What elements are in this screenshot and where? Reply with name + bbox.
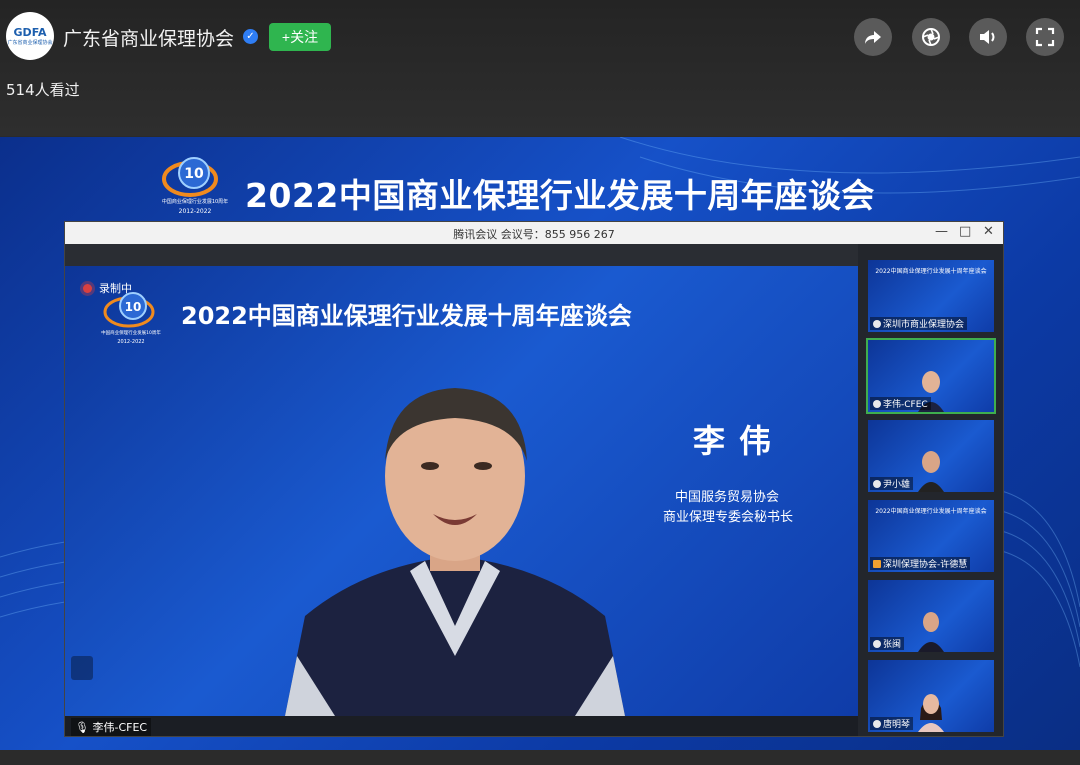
avatar-logo-text: GDFA	[13, 26, 47, 39]
participant-thumbnail[interactable]: 李伟-CFEC	[866, 338, 996, 414]
verified-icon: ✓	[243, 29, 258, 44]
close-icon[interactable]: ✕	[983, 224, 994, 239]
minimize-icon[interactable]: —	[935, 224, 948, 239]
participant-label: 深圳市商业保理协会	[870, 317, 968, 330]
inner-logo-caption: 中国商业保理行业发展10周年	[101, 329, 161, 336]
speaker-name: 李伟	[693, 422, 786, 460]
follow-button[interactable]: +关注	[269, 23, 331, 51]
banner-logo-caption: 中国商业保理行业发展10周年	[162, 198, 228, 205]
participant-label: 尹小雄	[870, 477, 914, 490]
participant-thumbnail[interactable]: 张闽	[868, 580, 994, 652]
participant-thumbnail[interactable]: 2022中国商业保理行业发展十周年座谈会 深圳保理协会-许德慧	[868, 500, 994, 572]
participant-label: 李伟-CFEC	[870, 397, 931, 410]
thumbnail-banner: 2022中国商业保理行业发展十周年座谈会	[875, 508, 987, 515]
camera-icon	[922, 28, 940, 46]
meeting-window-title: 腾讯会议 会议号：855 956 267	[453, 228, 615, 241]
inner-logo-number: 10	[125, 300, 142, 314]
user-icon	[873, 719, 881, 728]
main-participant-label: 李伟-CFEC	[92, 721, 148, 734]
user-icon	[873, 319, 881, 328]
banner-logo: 10 中国商业保理行业发展10周年 2012-2022	[150, 151, 240, 217]
volume-button[interactable]	[969, 18, 1007, 56]
participant-label: 张闽	[870, 637, 905, 650]
share-button[interactable]	[854, 18, 892, 56]
share-icon	[865, 31, 881, 44]
speaker-position: 商业保理专委会秘书长	[663, 510, 794, 525]
channel-avatar[interactable]: GDFA 广东省商业保理协会	[6, 12, 54, 60]
maximize-icon[interactable]: □	[959, 224, 971, 239]
banner-logo-number: 10	[184, 166, 204, 182]
fullscreen-button[interactable]	[1026, 18, 1064, 56]
video-player[interactable]: 10 中国商业保理行业发展10周年 2012-2022 2022中国商业保理行业…	[0, 137, 1080, 750]
participant-thumbnail[interactable]: 唐明琴	[868, 660, 994, 732]
participant-face	[918, 612, 944, 652]
recording-icon	[83, 284, 92, 293]
user-icon	[873, 479, 881, 488]
participant-label: 唐明琴	[870, 717, 914, 730]
banner-logo-years: 2012-2022	[179, 208, 212, 215]
camera-button[interactable]	[912, 18, 950, 56]
meeting-titlebar: 腾讯会议 会议号：855 956 267 — □ ✕	[65, 222, 1003, 244]
main-participant-name: 🎙 李伟-CFEC	[71, 718, 152, 736]
participant-face	[918, 451, 944, 492]
user-icon	[873, 639, 881, 648]
volume-icon	[980, 30, 995, 44]
participant-thumbnail[interactable]: 2022中国商业保理行业发展十周年座谈会 深圳市商业保理协会	[868, 260, 994, 332]
thumbnail-banner: 2022中国商业保理行业发展十周年座谈会	[875, 268, 987, 275]
channel-name[interactable]: 广东省商业保理协会	[63, 24, 234, 51]
speaker-organization: 中国服务贸易协会	[675, 490, 780, 505]
banner-title: 2022中国商业保理行业发展十周年座谈会	[245, 176, 875, 215]
speaker-figure	[285, 388, 625, 716]
inner-title: 2022中国商业保理行业发展十周年座谈会	[181, 302, 632, 330]
main-participant-bar: 🎙 李伟-CFEC	[65, 716, 858, 736]
side-panel-toggle[interactable]	[71, 656, 93, 680]
user-icon	[873, 399, 881, 408]
main-speaker-video[interactable]: 10 中国商业保理行业发展10周年 2012-2022 录制中 2022中国商业…	[65, 266, 858, 716]
meeting-window: 腾讯会议 会议号：855 956 267 — □ ✕ 10 中国商业保理行业发展…	[64, 221, 1004, 737]
mic-icon: 🎙	[75, 721, 89, 734]
participant-label: 深圳保理协会-许德慧	[870, 557, 971, 570]
channel-header: GDFA 广东省商业保理协会 广东省商业保理协会 ✓ +关注 514人看过	[0, 0, 1080, 136]
participant-face	[918, 694, 944, 732]
inner-logo-years: 2012-2022	[117, 339, 144, 345]
participant-thumbnails: 2022中国商业保理行业发展十周年座谈会 深圳市商业保理协会 李伟-CFEC 尹…	[858, 244, 1003, 736]
view-count: 514人看过	[6, 81, 80, 99]
user-icon	[873, 559, 881, 568]
recording-label: 录制中	[99, 282, 132, 295]
avatar-logo-subtext: 广东省商业保理协会	[7, 40, 53, 46]
participant-thumbnail[interactable]: 尹小雄	[868, 420, 994, 492]
fullscreen-icon	[1035, 27, 1055, 47]
